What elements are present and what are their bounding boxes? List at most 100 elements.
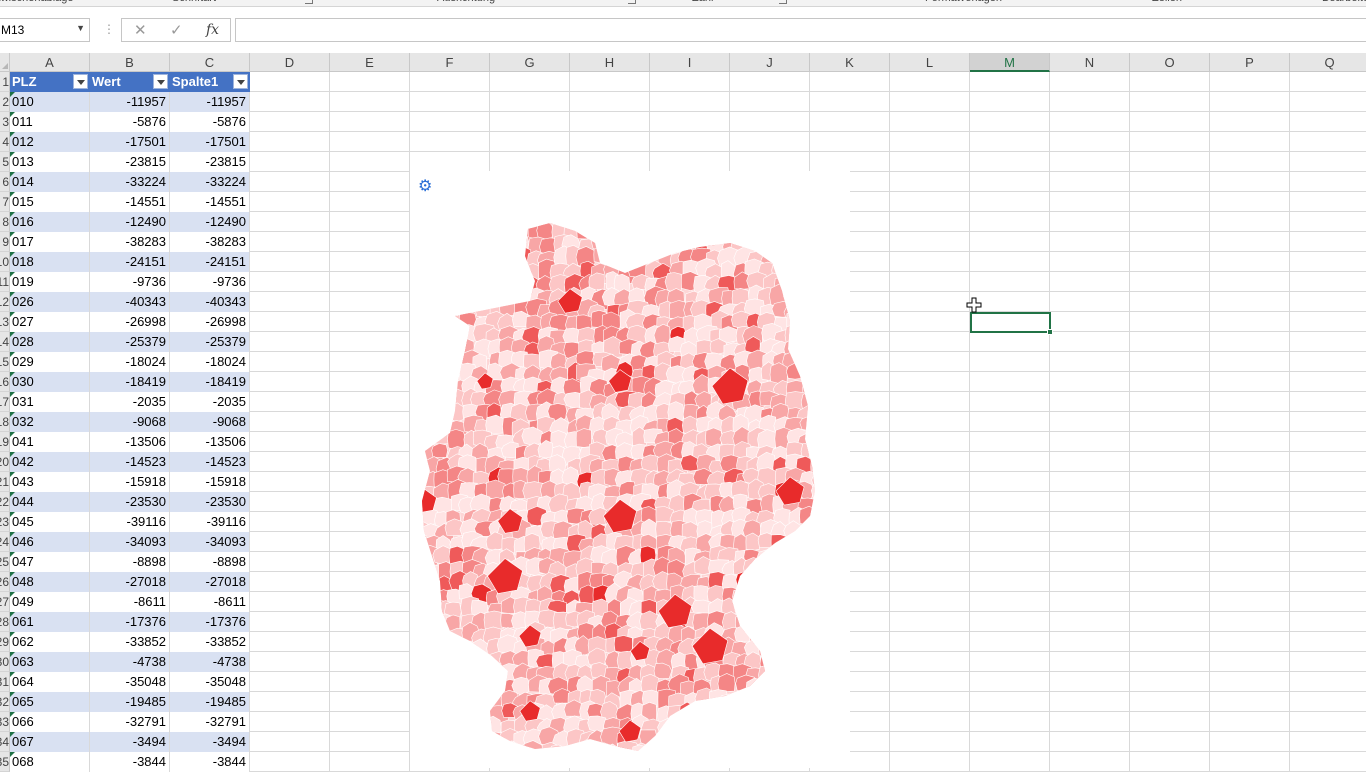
cell-wert[interactable]: -8898 [90,552,170,572]
active-cell-m13[interactable] [970,312,1051,333]
cell-wert[interactable]: -23530 [90,492,170,512]
cell-plz[interactable]: 048 [10,572,90,592]
column-header-c[interactable]: C [170,53,250,72]
cell-plz[interactable]: 046 [10,532,90,552]
more-options-icon[interactable]: ⋮ [103,22,115,36]
cell-spalte1[interactable]: -38283 [170,232,250,252]
cell-spalte1[interactable]: -13506 [170,432,250,452]
row-header[interactable]: 17 [0,392,10,412]
cell-spalte1[interactable]: -4738 [170,652,250,672]
row-header[interactable]: 27 [0,592,10,612]
cell-wert[interactable]: -3844 [90,752,170,772]
cell-wert[interactable]: -14523 [90,452,170,472]
cell-plz[interactable]: 066 [10,712,90,732]
cell-wert[interactable]: -3494 [90,732,170,752]
cell-plz[interactable]: 026 [10,292,90,312]
cell-wert[interactable]: -8611 [90,592,170,612]
column-header-a[interactable]: A [10,53,90,72]
cell-plz[interactable]: 044 [10,492,90,512]
row-header[interactable]: 13 [0,312,10,332]
row-header[interactable]: 4 [0,132,10,152]
cell-plz[interactable]: 013 [10,152,90,172]
row-header[interactable]: 35 [0,752,10,772]
cell-wert[interactable]: -24151 [90,252,170,272]
cell-spalte1[interactable]: -15918 [170,472,250,492]
cell-plz[interactable]: 030 [10,372,90,392]
chevron-down-icon[interactable]: ▼ [76,23,85,33]
cell-spalte1[interactable]: -19485 [170,692,250,712]
gear-icon[interactable]: ⚙ [418,179,432,195]
cell-spalte1[interactable]: -9068 [170,412,250,432]
cell-spalte1[interactable]: -12490 [170,212,250,232]
cell-spalte1[interactable]: -33224 [170,172,250,192]
column-header-b[interactable]: B [90,53,170,72]
cell-spalte1[interactable]: -26998 [170,312,250,332]
cell-plz[interactable]: 049 [10,592,90,612]
cell-plz[interactable]: 064 [10,672,90,692]
cancel-icon[interactable]: ✕ [134,21,147,39]
row-header[interactable]: 20 [0,452,10,472]
map-chart[interactable]: ⚙ [410,171,850,768]
cell-spalte1[interactable]: -34093 [170,532,250,552]
column-header-k[interactable]: K [810,53,890,72]
row-header[interactable]: 28 [0,612,10,632]
cell-wert[interactable]: -14551 [90,192,170,212]
row-header[interactable]: 19 [0,432,10,452]
row-header[interactable]: 15 [0,352,10,372]
filter-dropdown-icon[interactable] [153,74,168,89]
column-header-f[interactable]: F [410,53,490,72]
cell-spalte1[interactable]: -2035 [170,392,250,412]
row-header[interactable]: 14 [0,332,10,352]
cell-spalte1[interactable]: -24151 [170,252,250,272]
cell-spalte1[interactable]: -17501 [170,132,250,152]
cell-plz[interactable]: 019 [10,272,90,292]
select-all-button[interactable] [0,53,10,72]
fill-handle[interactable] [1047,329,1053,335]
cell-wert[interactable]: -17501 [90,132,170,152]
column-header-p[interactable]: P [1210,53,1290,72]
dialog-launcher-icon[interactable] [779,0,787,4]
cell-wert[interactable]: -18419 [90,372,170,392]
cell-spalte1[interactable]: -25379 [170,332,250,352]
cell-plz[interactable]: 065 [10,692,90,712]
cell-wert[interactable]: -27018 [90,572,170,592]
cell-plz[interactable]: 012 [10,132,90,152]
cell-spalte1[interactable]: -33852 [170,632,250,652]
cell-wert[interactable]: -18024 [90,352,170,372]
filter-dropdown-icon[interactable] [73,74,88,89]
cell-plz[interactable]: 014 [10,172,90,192]
cell-plz[interactable]: 010 [10,92,90,112]
cell-plz[interactable]: 047 [10,552,90,572]
cell-wert[interactable]: -25379 [90,332,170,352]
cell-spalte1[interactable]: -17376 [170,612,250,632]
row-header[interactable]: 11 [0,272,10,292]
cell-plz[interactable]: 042 [10,452,90,472]
row-header[interactable]: 33 [0,712,10,732]
cell-wert[interactable]: -17376 [90,612,170,632]
row-header[interactable]: 32 [0,692,10,712]
cell-wert[interactable]: -26998 [90,312,170,332]
name-box[interactable]: M13 ▼ [0,18,90,42]
cell-spalte1[interactable]: -11957 [170,92,250,112]
row-header[interactable]: 24 [0,532,10,552]
cell-spalte1[interactable]: -18024 [170,352,250,372]
cell-plz[interactable]: 029 [10,352,90,372]
row-header[interactable]: 26 [0,572,10,592]
cell-spalte1[interactable]: -8611 [170,592,250,612]
row-header[interactable]: 5 [0,152,10,172]
cell-wert[interactable]: -33852 [90,632,170,652]
enter-icon[interactable]: ✓ [170,21,183,39]
row-header[interactable]: 6 [0,172,10,192]
column-header-j[interactable]: J [730,53,810,72]
cell-spalte1[interactable]: -14551 [170,192,250,212]
row-header[interactable]: 34 [0,732,10,752]
row-header[interactable]: 2 [0,92,10,112]
row-header[interactable]: 7 [0,192,10,212]
cell-plz[interactable]: 018 [10,252,90,272]
cell-plz[interactable]: 028 [10,332,90,352]
column-header-m[interactable]: M [970,53,1050,72]
cell-plz[interactable]: 027 [10,312,90,332]
cell-spalte1[interactable]: -23530 [170,492,250,512]
cell-spalte1[interactable]: -35048 [170,672,250,692]
cell-wert[interactable]: -38283 [90,232,170,252]
